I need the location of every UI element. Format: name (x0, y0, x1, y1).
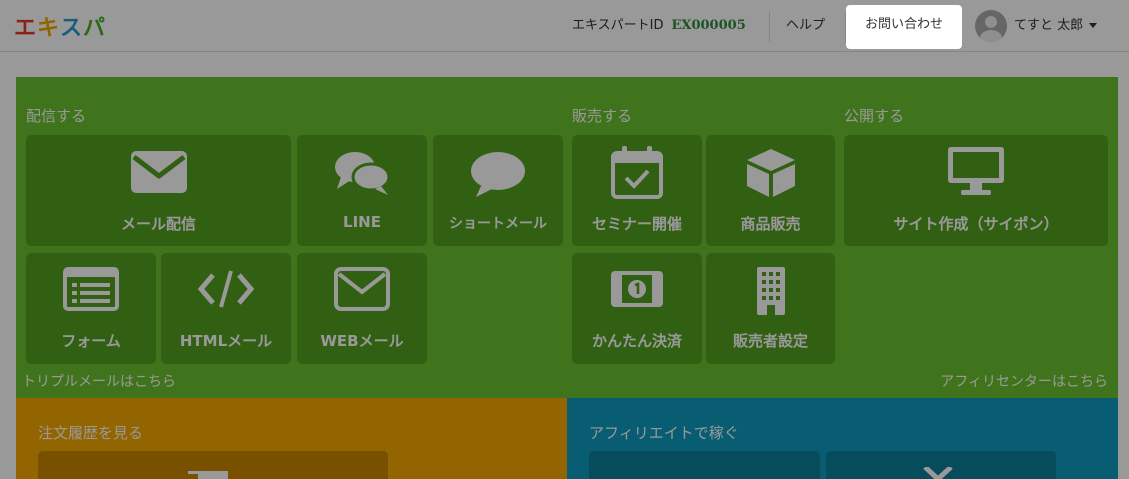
tile-label: サイト作成（サイポン） (893, 215, 1059, 233)
tile-label: WEBメール (320, 332, 404, 350)
cart-icon (188, 471, 228, 479)
expert-id: エキスパートID EX000005 (572, 0, 746, 52)
cube-icon (706, 147, 835, 199)
tile-seller-settings[interactable]: 販売者設定 (706, 253, 835, 364)
section-title-publish: 公開する (844, 107, 905, 125)
user-menu[interactable]: てすと 太郎 (1014, 0, 1098, 52)
caret-down-icon (1089, 23, 1098, 28)
tile-short-mail[interactable]: ショートメール (433, 135, 563, 246)
triple-mail-link[interactable]: トリプルメールはこちら (22, 371, 176, 391)
tile-html-mail[interactable]: HTMLメール (161, 253, 291, 364)
tile-label: メール配信 (120, 215, 196, 233)
envelope-outline-icon (297, 267, 427, 311)
affiliate-center-link[interactable]: アフィリセンターはこちら (940, 371, 1108, 391)
expert-id-label: エキスパートID (572, 18, 664, 33)
orders-tile[interactable] (38, 451, 388, 479)
tile-site-builder[interactable]: サイト作成（サイポン） (844, 135, 1108, 246)
tile-label: 商品販売 (740, 215, 801, 233)
monitor-icon (844, 145, 1108, 197)
code-icon (161, 269, 291, 309)
orders-panel: 注文履歴を見る (16, 398, 567, 479)
help-link[interactable]: ヘルプ (786, 0, 825, 52)
tile-label: セミナー開催 (591, 215, 682, 233)
speech-bubble-icon (433, 151, 563, 197)
list-form-icon (26, 267, 156, 311)
logo[interactable]: エキスパ (14, 10, 106, 42)
services-panel: 配信する 販売する 公開する メール配信 LINE ショートメール セミナー開催… (16, 77, 1118, 398)
tile-label: HTMLメール (179, 332, 273, 350)
section-title-deliver: 配信する (26, 107, 87, 125)
logo-char-3: ス (60, 16, 84, 41)
tile-label: ショートメール (449, 216, 547, 232)
tile-form[interactable]: フォーム (26, 253, 156, 364)
affiliate-icon (923, 467, 953, 479)
tile-label: 販売者設定 (732, 332, 808, 350)
header-divider (769, 12, 770, 42)
orders-title: 注文履歴を見る (38, 424, 144, 442)
tile-label: LINE (343, 213, 381, 231)
logo-char-1: エ (14, 16, 38, 41)
envelope-icon (26, 149, 291, 195)
logo-char-2: キ (37, 16, 61, 41)
affiliate-tile-2[interactable] (826, 451, 1056, 479)
user-name: てすと 太郎 (1014, 18, 1084, 33)
affiliate-title: アフィリエイトで稼ぐ (589, 424, 739, 442)
affiliate-panel: アフィリエイトで稼ぐ (567, 398, 1118, 479)
chat-bubbles-icon (297, 149, 427, 197)
tile-label: かんたん決済 (591, 332, 682, 350)
tile-easy-payment[interactable]: かんたん決済 (572, 253, 702, 364)
section-title-sell: 販売する (572, 107, 633, 125)
banknote-icon (572, 271, 702, 307)
avatar-icon[interactable] (975, 10, 1007, 42)
tile-line[interactable]: LINE (297, 135, 427, 246)
tile-label: フォーム (61, 332, 121, 350)
tile-seminar[interactable]: セミナー開催 (572, 135, 702, 246)
affiliate-tile-1[interactable] (589, 451, 820, 479)
contact-button[interactable]: お問い合わせ (846, 5, 962, 49)
expert-id-value: EX000005 (671, 18, 746, 33)
tile-mail-delivery[interactable]: メール配信 (26, 135, 291, 246)
calendar-check-icon (572, 145, 702, 199)
tile-web-mail[interactable]: WEBメール (297, 253, 427, 364)
building-icon (706, 265, 835, 317)
logo-char-4: パ (83, 16, 107, 41)
tile-product-sales[interactable]: 商品販売 (706, 135, 835, 246)
